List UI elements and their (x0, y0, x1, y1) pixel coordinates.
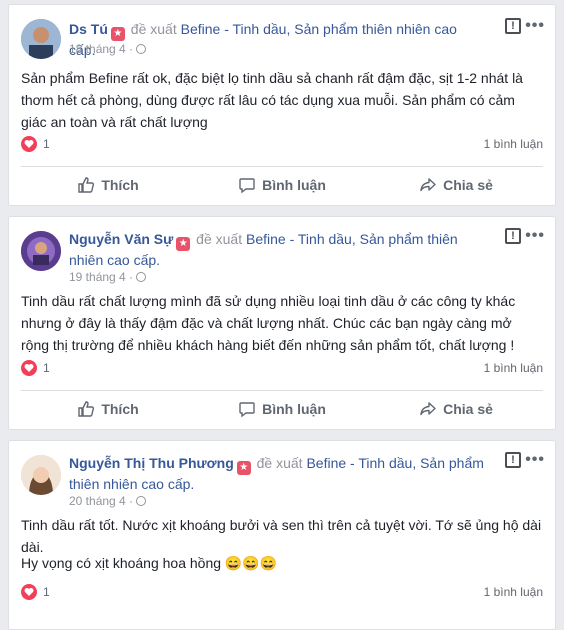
more-options-icon[interactable]: ••• (525, 451, 545, 469)
comment-icon (239, 402, 255, 418)
share-label: Chia sẻ (443, 177, 493, 193)
review-card: Ds Tú ★ đề xuất Befine - Tinh dầu, Sản ph… (8, 4, 556, 206)
avatar[interactable] (21, 231, 61, 271)
review-card: Nguyễn Thị Thu Phương ★ đề xuất Befine - … (8, 440, 556, 630)
avatar[interactable] (21, 19, 61, 59)
post-stats: 1 1 bình luận (21, 360, 543, 378)
avatar-image (21, 455, 61, 495)
more-options-icon[interactable]: ••• (525, 227, 545, 245)
share-button[interactable]: Chia sẻ (369, 169, 543, 201)
like-button[interactable]: Thích (21, 169, 195, 201)
comment-label: Bình luận (262, 177, 326, 193)
recommend-star-icon: ★ (236, 461, 251, 475)
recommend-star-icon: ★ (176, 237, 191, 251)
globe-icon (136, 496, 147, 506)
post-stats: 1 1 bình luận (21, 136, 543, 154)
divider (21, 390, 543, 391)
comment-count[interactable]: 1 bình luận (484, 585, 543, 599)
like-count[interactable]: 1 (43, 585, 50, 599)
share-button[interactable]: Chia sẻ (369, 393, 543, 425)
thumbs-up-icon (78, 401, 95, 417)
avatar-image (21, 231, 61, 271)
author-name[interactable]: Ds Tú (69, 21, 108, 37)
comment-count[interactable]: 1 bình luận (484, 137, 543, 151)
post-stats: 1 1 bình luận (21, 584, 543, 602)
like-label: Thích (101, 401, 139, 417)
recommend-star-icon: ★ (110, 27, 125, 41)
action-bar: Thích Bình luận Chia sẻ (21, 169, 543, 201)
report-icon[interactable]: ! (505, 18, 521, 34)
heart-reaction-icon[interactable] (21, 360, 37, 376)
review-text: Sản phẩm Befine rất ok, đặc biệt lọ tinh… (21, 70, 523, 130)
avatar[interactable] (21, 455, 61, 495)
post-date[interactable]: 20 tháng 4 · (69, 494, 147, 508)
comment-label: Bình luận (262, 401, 326, 417)
post-date[interactable]: 19 tháng 4 · (69, 270, 147, 284)
divider (21, 166, 543, 167)
comment-button[interactable]: Bình luận (195, 393, 369, 425)
author-name[interactable]: Nguyễn Văn Sự (69, 231, 173, 247)
avatar-image (21, 19, 61, 59)
post-header: Nguyễn Văn Sự ★ đề xuất Befine - Tinh dầu… (69, 230, 485, 270)
like-count[interactable]: 1 (43, 137, 50, 151)
share-icon (420, 178, 436, 192)
heart-reaction-icon[interactable] (21, 136, 37, 152)
review-text-line2: Hy vọng có xịt khoáng hoa hồng 😄😄😄 (21, 555, 278, 571)
heart-reaction-icon[interactable] (21, 584, 37, 600)
comment-button[interactable]: Bình luận (195, 169, 369, 201)
review-card: Nguyễn Văn Sự ★ đề xuất Befine - Tinh dầu… (8, 216, 556, 430)
comment-count[interactable]: 1 bình luận (484, 361, 543, 375)
post-date[interactable]: 18 tháng 4 · (69, 42, 147, 56)
share-label: Chia sẻ (443, 401, 493, 417)
thumbs-up-icon (78, 177, 95, 193)
more-options-icon[interactable]: ••• (525, 17, 545, 35)
like-label: Thích (101, 177, 139, 193)
like-count[interactable]: 1 (43, 361, 50, 375)
author-name[interactable]: Nguyễn Thị Thu Phương (69, 455, 234, 471)
post-header: Nguyễn Thị Thu Phương ★ đề xuất Befine - … (69, 454, 485, 494)
globe-icon (136, 44, 147, 54)
like-button[interactable]: Thích (21, 393, 195, 425)
report-icon[interactable]: ! (505, 228, 521, 244)
action-bar: Thích Bình luận Chia sẻ (21, 393, 543, 425)
report-icon[interactable]: ! (505, 452, 521, 468)
share-icon (420, 402, 436, 416)
globe-icon (136, 272, 147, 282)
review-text: Tinh dầu rất chất lượng mình đã sử dụng … (21, 293, 516, 353)
comment-icon (239, 178, 255, 194)
